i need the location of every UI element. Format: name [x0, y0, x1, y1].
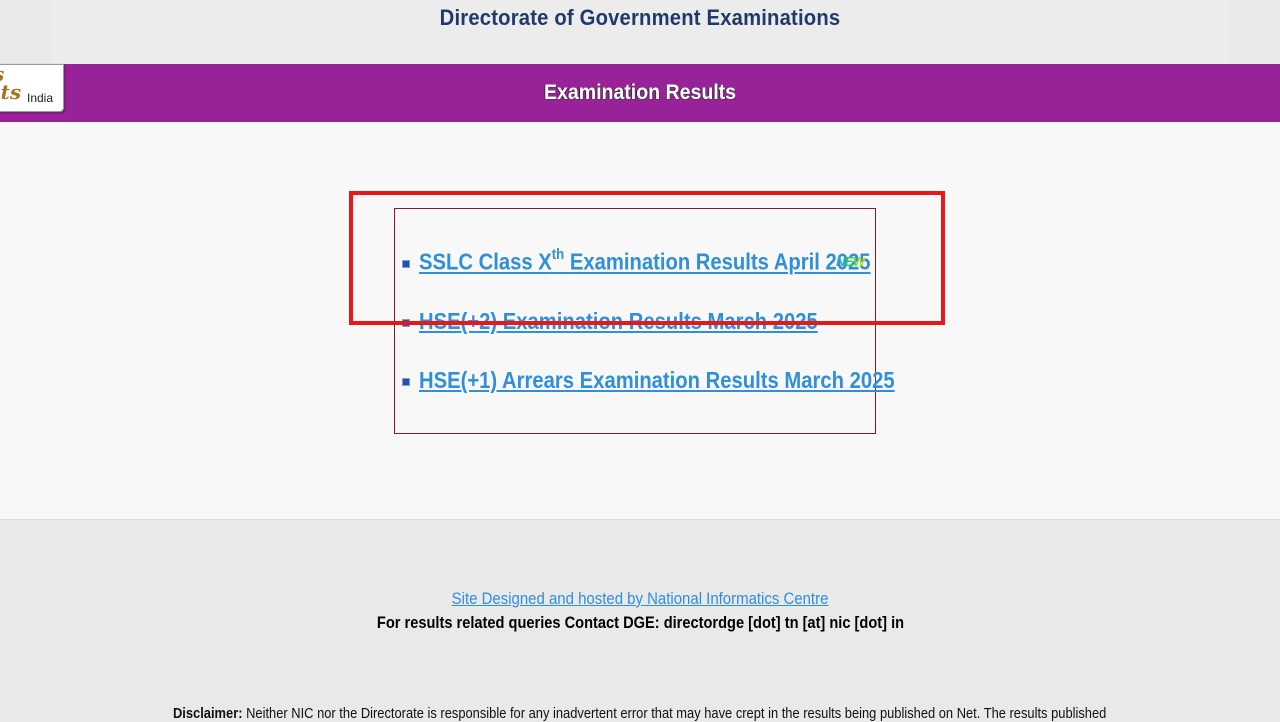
highlight-annotation — [349, 191, 945, 325]
footer-credit: Site Designed and hosted by National Inf… — [0, 589, 1280, 609]
page-title: Directorate of Government Examinations — [51, 0, 1229, 64]
logo-text: India — [27, 91, 54, 105]
footer-contact: For results related queries Contact DGE:… — [0, 613, 1280, 633]
results-india-logo[interactable]: s lts India — [0, 64, 64, 112]
bullet-icon — [402, 378, 410, 386]
disclaimer-text: Neither NIC nor the Directorate is respo… — [242, 705, 1107, 722]
section-title: Examination Results — [543, 81, 737, 104]
list-item: HSE(+1) Arrears Examination Results Marc… — [402, 367, 960, 394]
nic-credit-link[interactable]: Site Designed and hosted by National Inf… — [452, 589, 829, 609]
logo-script-line2: lts — [0, 80, 22, 104]
logo-script: s lts — [0, 65, 22, 104]
hse1-arrears-results-link[interactable]: HSE(+1) Arrears Examination Results Marc… — [419, 367, 895, 394]
disclaimer: Disclaimer: Neither NIC nor the Director… — [0, 705, 1280, 722]
disclaimer-label: Disclaimer: — [173, 705, 243, 722]
contact-text: For results related queries Contact DGE:… — [376, 613, 904, 632]
